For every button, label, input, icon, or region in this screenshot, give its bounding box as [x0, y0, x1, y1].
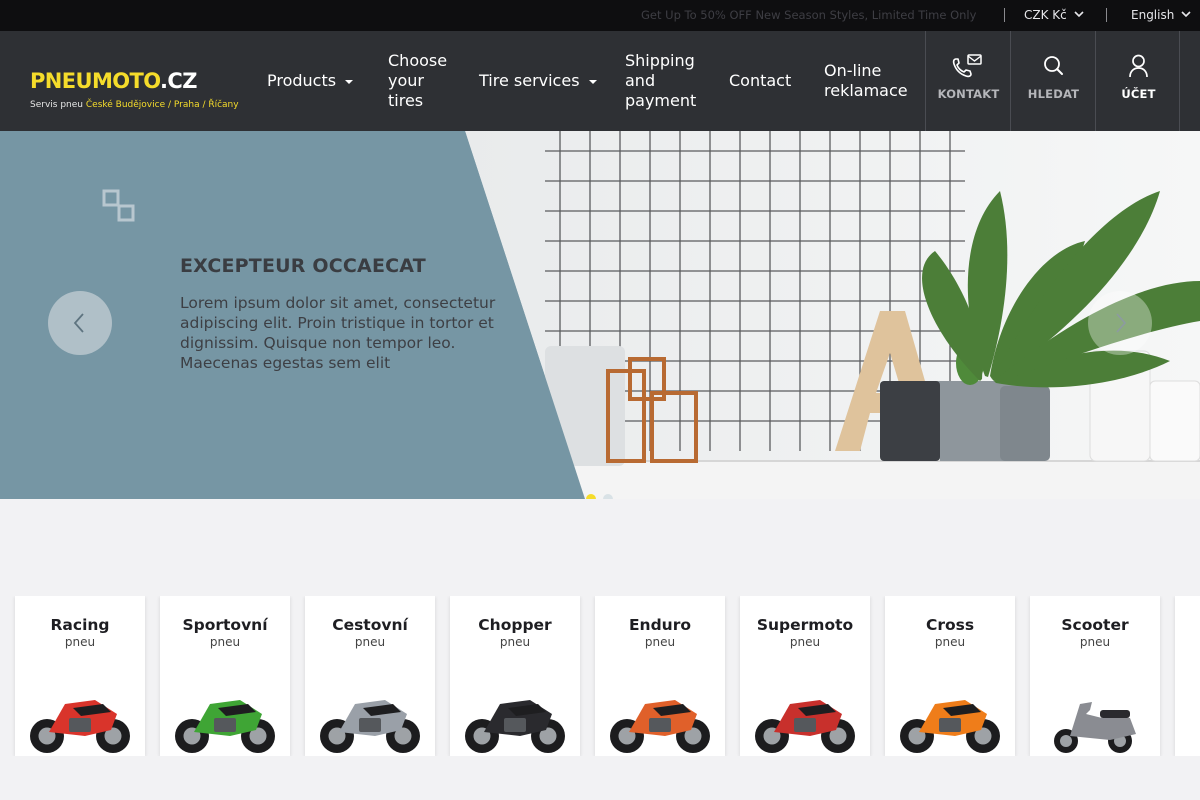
top-bar: Get Up To 50% OFF New Season Styles, Lim… — [0, 0, 1200, 31]
motorcycle-image — [1054, 702, 1136, 753]
nav-reklamace[interactable]: On-line reklamace — [824, 61, 908, 101]
category-card-cestovni[interactable]: Cestovní pneu — [305, 596, 435, 756]
card-title: Enduro — [628, 616, 692, 634]
motorcycle-image — [30, 700, 130, 753]
category-card-supermoto[interactable]: Supermoto pneu — [740, 596, 870, 756]
hero-slider: EXCEPTEUR OCCAECAT Lorem ipsum dolor sit… — [0, 131, 1200, 499]
slider-dot-2[interactable] — [603, 494, 613, 499]
card-title: Chopper — [478, 616, 552, 634]
category-card-chopper[interactable]: Chopper pneu — [450, 596, 580, 756]
logo-main: PNEUMOTO — [30, 69, 161, 93]
slider-prev-button[interactable] — [48, 291, 112, 355]
card-subtitle: pneu — [934, 635, 966, 649]
category-card-racing[interactable]: Racing pneu — [15, 596, 145, 756]
category-card-sportovni[interactable]: Sportovní pneu — [160, 596, 290, 756]
card-subtitle: pneu — [789, 635, 821, 649]
card-subtitle: pneu — [499, 635, 531, 649]
motorcycle-image — [755, 700, 855, 753]
card-title: Cross — [925, 616, 975, 634]
caret-down-icon — [345, 79, 354, 84]
motorcycle-image — [320, 700, 420, 753]
nav-choose-tires[interactable]: Choose your tires — [388, 51, 447, 111]
site-logo[interactable]: PNEUMOTO.CZ — [30, 69, 197, 93]
category-card-enduro[interactable]: Enduro pneu — [595, 596, 725, 756]
language-select[interactable]: English — [1131, 0, 1191, 31]
promo-text[interactable]: Get Up To 50% OFF New Season Styles, Lim… — [641, 0, 976, 31]
motorcycle-image — [175, 700, 275, 753]
caret-down-icon — [588, 79, 597, 84]
card-subtitle: pneu — [209, 635, 241, 649]
card-title: Racing — [50, 616, 110, 634]
chevron-down-icon — [1074, 11, 1084, 18]
hero-title: EXCEPTEUR OCCAECAT — [180, 255, 426, 277]
currency-select[interactable]: CZK Kč — [1024, 0, 1084, 31]
logo-sub-prefix: Servis pneu — [30, 100, 83, 110]
user-icon — [1129, 54, 1148, 78]
card-subtitle: pneu — [64, 635, 96, 649]
card-title: Scooter — [1061, 616, 1129, 634]
card-title: Supermoto — [756, 616, 854, 634]
category-card-partial[interactable] — [1175, 596, 1200, 756]
card-title: Cestovní — [332, 616, 408, 634]
nav-tire-services[interactable]: Tire services — [479, 71, 597, 91]
card-subtitle: pneu — [354, 635, 386, 649]
language-label: English — [1131, 8, 1175, 22]
slider-next-button[interactable] — [1088, 291, 1152, 355]
slider-dots — [586, 489, 620, 499]
account-label: ÚČET — [1121, 87, 1156, 101]
phone-mail-icon — [952, 54, 982, 78]
hero-text: Lorem ipsum dolor sit amet, consectetur … — [180, 294, 496, 372]
kontakt-button[interactable]: KONTAKT — [925, 31, 1010, 131]
motorcycle-image — [900, 700, 1000, 753]
nav-contact[interactable]: Contact — [729, 71, 791, 91]
motorcycle-image — [610, 700, 710, 753]
main-header: PNEUMOTO.CZ Servis pneu České Budějovice… — [0, 31, 1200, 131]
nav-products-label: Products — [267, 71, 337, 90]
chevron-right-icon — [1116, 313, 1127, 333]
category-carousel: Racing pneu Sportovní pneu Cestovní pneu… — [0, 596, 1200, 756]
search-icon — [1044, 56, 1063, 75]
card-subtitle: pneu — [1079, 635, 1111, 649]
logo-sub-cities: České Budějovice / Praha / Říčany — [85, 100, 239, 110]
chevron-left-icon — [73, 313, 84, 333]
kontakt-label: KONTAKT — [937, 87, 1000, 101]
logo-tld: .CZ — [160, 69, 197, 93]
divider — [1004, 8, 1005, 22]
logo-subtitle: Servis pneu České Budějovice / Praha / Ř… — [30, 100, 239, 110]
motorcycle-image — [465, 700, 565, 753]
category-card-scooter[interactable]: Scooter pneu — [1030, 596, 1160, 756]
nav-products[interactable]: Products — [267, 71, 354, 91]
nav-tire-services-label: Tire services — [479, 71, 580, 90]
card-subtitle: pneu — [644, 635, 676, 649]
hledat-label: HLEDAT — [1027, 87, 1080, 101]
hledat-button[interactable]: HLEDAT — [1010, 31, 1095, 131]
account-button[interactable]: ÚČET — [1095, 31, 1180, 131]
chevron-down-icon — [1181, 11, 1191, 18]
category-card-cross[interactable]: Cross pneu — [885, 596, 1015, 756]
slider-dot-1[interactable] — [586, 494, 596, 499]
currency-label: CZK Kč — [1024, 8, 1067, 22]
nav-shipping[interactable]: Shipping and payment — [625, 51, 696, 111]
divider — [1106, 8, 1107, 22]
card-title: Sportovní — [182, 616, 268, 634]
